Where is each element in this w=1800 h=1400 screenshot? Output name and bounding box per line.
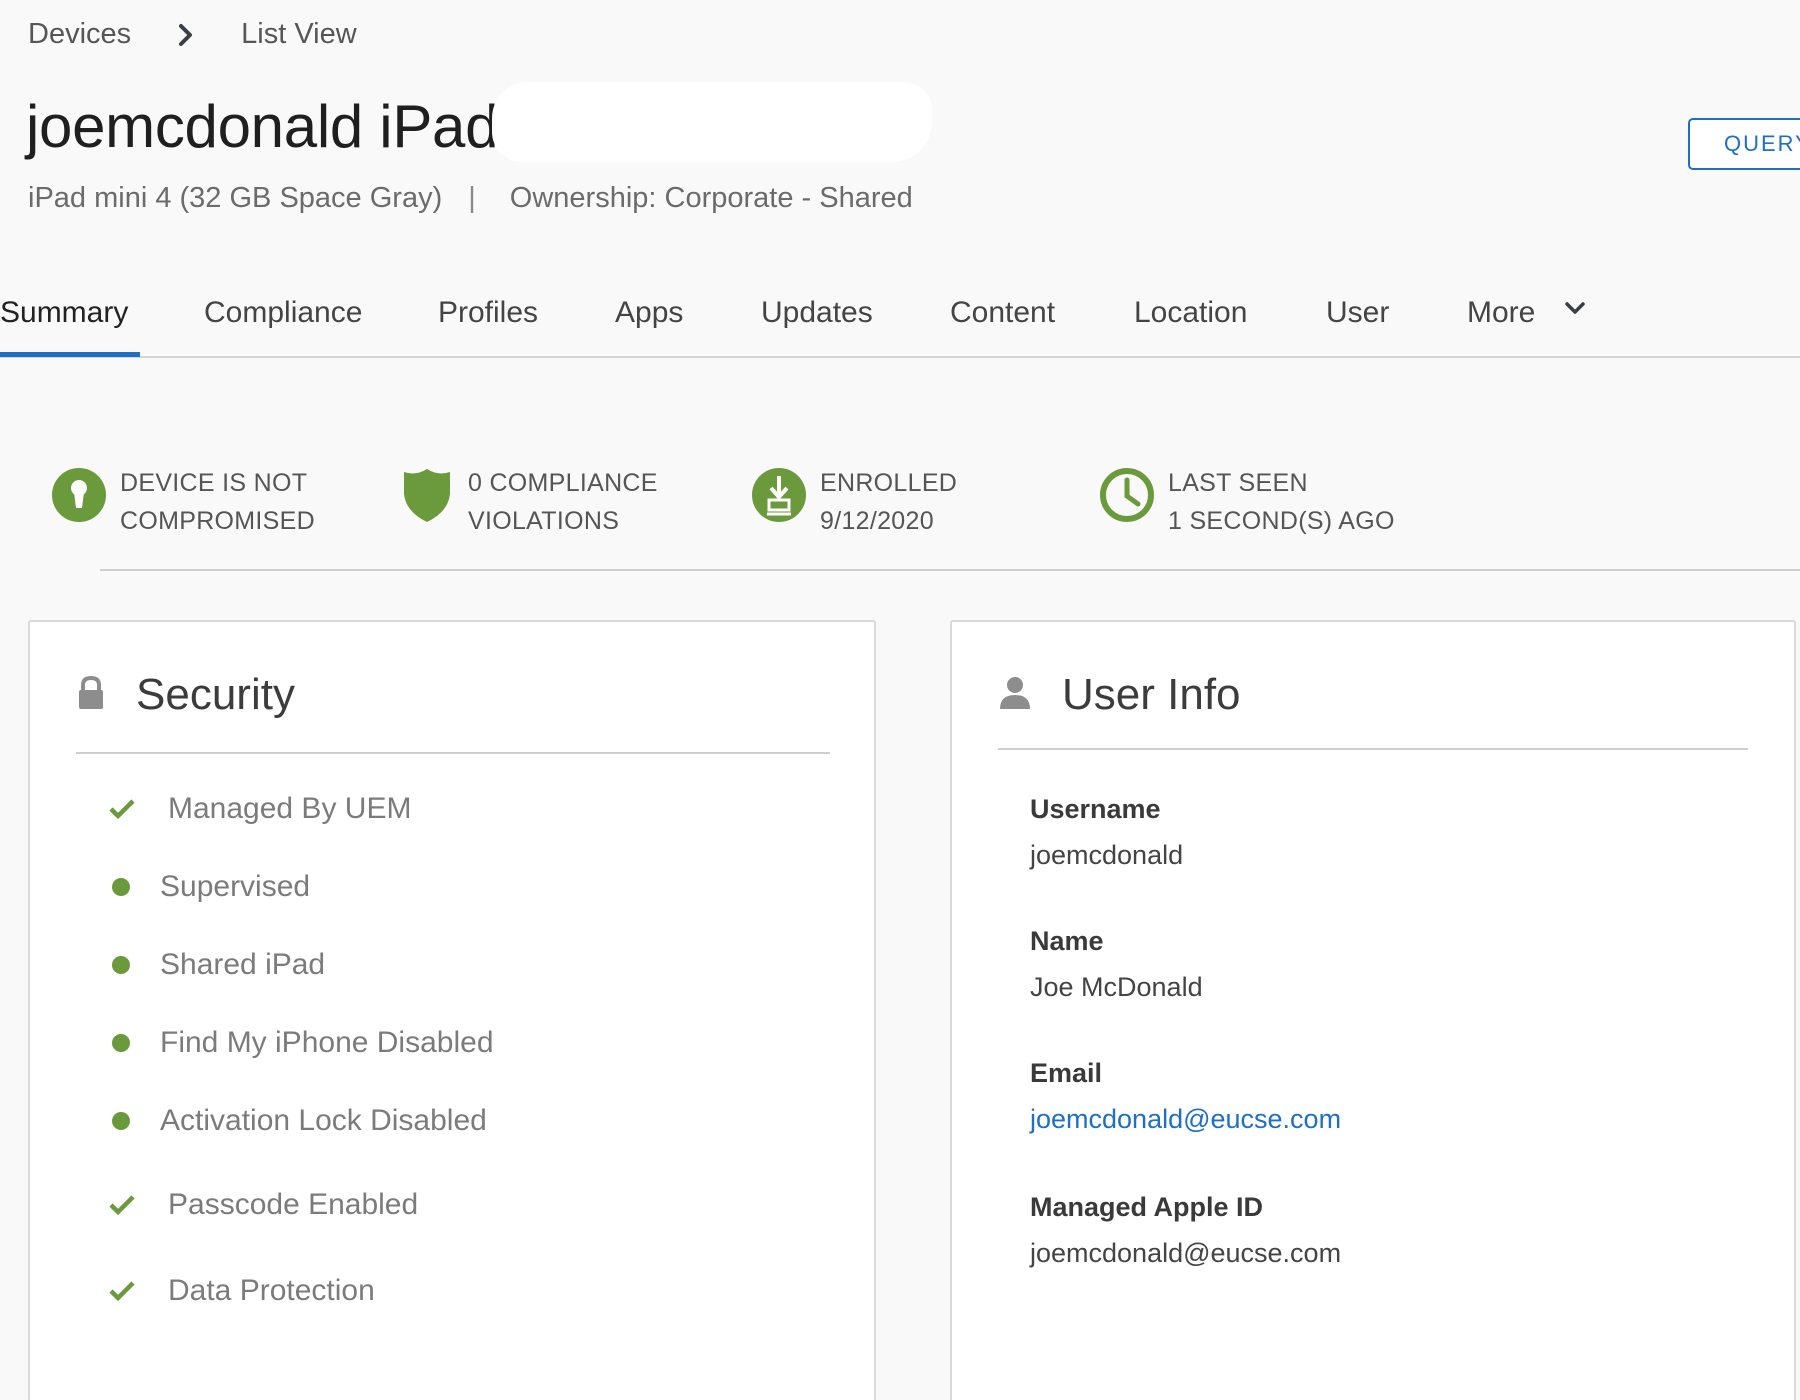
tab-label: Profiles bbox=[438, 296, 539, 329]
lock-icon bbox=[76, 675, 106, 716]
security-item: Supervised bbox=[108, 870, 310, 904]
tab-apps[interactable]: Apps bbox=[615, 288, 683, 358]
security-divider bbox=[76, 752, 830, 754]
managed-apple-id-value: joemcdonald@eucse.com bbox=[1030, 1238, 1342, 1268]
user-info-title: User Info bbox=[1062, 670, 1241, 719]
breadcrumb: Devices List View bbox=[28, 18, 357, 51]
security-item: Shared iPad bbox=[108, 948, 325, 982]
tab-bar: Summary Compliance Profiles Apps Updates… bbox=[0, 288, 1800, 358]
status-line-2: COMPROMISED bbox=[120, 507, 315, 535]
query-button[interactable]: QUERY bbox=[1688, 118, 1800, 170]
checkmark-icon bbox=[109, 1281, 135, 1302]
checkmark-icon bbox=[109, 799, 135, 820]
tab-summary[interactable]: Summary bbox=[0, 288, 128, 358]
tab-updates[interactable]: Updates bbox=[761, 288, 873, 358]
status-line-1: 0 COMPLIANCE bbox=[468, 469, 658, 497]
breadcrumb-current: List View bbox=[241, 18, 357, 50]
status-last-seen: LAST SEEN 1 SECOND(S) AGO bbox=[1098, 464, 1395, 540]
shield-icon bbox=[398, 466, 456, 524]
security-item-label: Managed By UEM bbox=[168, 792, 412, 825]
tab-label: Compliance bbox=[204, 296, 363, 329]
active-tab-indicator bbox=[0, 352, 140, 357]
status-line-1: ENROLLED bbox=[820, 469, 958, 497]
tab-label: More bbox=[1467, 296, 1536, 329]
tab-label: Summary bbox=[0, 296, 129, 329]
security-item-label: Activation Lock Disabled bbox=[160, 1104, 487, 1137]
status-line-2: 1 SECOND(S) AGO bbox=[1168, 507, 1395, 535]
device-ownership: Ownership: Corporate - Shared bbox=[509, 182, 913, 214]
keyhole-icon bbox=[50, 466, 108, 524]
name-label: Name bbox=[1030, 926, 1104, 956]
security-card-header: Security bbox=[76, 670, 295, 720]
enroll-download-icon bbox=[750, 466, 808, 524]
breadcrumb-devices-link[interactable]: Devices bbox=[28, 18, 131, 51]
managed-apple-id-label: Managed Apple ID bbox=[1030, 1192, 1264, 1222]
tab-label: Content bbox=[950, 296, 1056, 329]
tab-label: Location bbox=[1134, 296, 1248, 329]
subtitle-divider: | bbox=[468, 182, 476, 214]
user-info-card: User Info Username joemcdonald Name Joe … bbox=[950, 620, 1796, 1400]
status-not-compromised: DEVICE IS NOT COMPROMISED bbox=[50, 464, 315, 540]
username-value: joemcdonald bbox=[1030, 840, 1184, 870]
username-label: Username bbox=[1030, 794, 1161, 824]
security-item: Passcode Enabled bbox=[108, 1188, 418, 1222]
green-dot-icon bbox=[112, 1034, 130, 1052]
security-item: Activation Lock Disabled bbox=[108, 1104, 487, 1138]
security-item-label: Supervised bbox=[160, 870, 311, 903]
security-item: Managed By UEM bbox=[108, 792, 411, 826]
tab-content[interactable]: Content bbox=[950, 288, 1055, 358]
user-icon bbox=[998, 675, 1032, 716]
security-item: Find My iPhone Disabled bbox=[108, 1026, 494, 1060]
security-item-label: Shared iPad bbox=[160, 948, 326, 981]
chevron-down-icon bbox=[1562, 287, 1588, 337]
user-info-card-header: User Info bbox=[998, 670, 1241, 720]
security-item-label: Data Protection bbox=[168, 1274, 375, 1307]
chevron-right-icon bbox=[171, 20, 201, 50]
green-dot-icon bbox=[112, 1112, 130, 1130]
security-title: Security bbox=[136, 670, 295, 719]
tab-label: User bbox=[1326, 296, 1390, 329]
clock-icon bbox=[1098, 466, 1156, 524]
tab-more[interactable]: More bbox=[1467, 288, 1588, 358]
tab-profiles[interactable]: Profiles bbox=[438, 288, 538, 358]
security-item: Data Protection bbox=[108, 1274, 375, 1308]
status-divider bbox=[100, 569, 1800, 571]
name-value: Joe McDonald bbox=[1030, 972, 1203, 1002]
tab-compliance[interactable]: Compliance bbox=[204, 288, 362, 358]
tab-location[interactable]: Location bbox=[1134, 288, 1247, 358]
status-compliance: 0 COMPLIANCE VIOLATIONS bbox=[398, 464, 658, 540]
email-label: Email bbox=[1030, 1058, 1103, 1088]
status-line-1: LAST SEEN bbox=[1168, 469, 1308, 497]
status-enrolled: ENROLLED 9/12/2020 bbox=[750, 464, 957, 540]
status-line-2: 9/12/2020 bbox=[820, 507, 934, 535]
status-line-2: VIOLATIONS bbox=[468, 507, 620, 535]
device-subtitle: iPad mini 4 (32 GB Space Gray) | Ownersh… bbox=[28, 182, 913, 215]
security-item-label: Find My iPhone Disabled bbox=[160, 1026, 494, 1059]
device-model: iPad mini 4 (32 GB Space Gray) bbox=[28, 182, 443, 214]
email-link[interactable]: joemcdonald@eucse.com bbox=[1030, 1104, 1341, 1135]
device-detail-page: Devices List View joemcdonald iPad iPad … bbox=[0, 0, 1800, 1400]
page-title: joemcdonald iPad bbox=[26, 93, 499, 160]
security-card: Security Managed By UEM Supervised Share… bbox=[28, 620, 876, 1400]
green-dot-icon bbox=[112, 878, 130, 896]
user-info-divider bbox=[998, 748, 1748, 750]
green-dot-icon bbox=[112, 956, 130, 974]
tab-label: Updates bbox=[761, 296, 873, 329]
status-line-1: DEVICE IS NOT bbox=[120, 469, 308, 497]
checkmark-icon bbox=[109, 1195, 135, 1216]
security-item-label: Passcode Enabled bbox=[168, 1188, 419, 1221]
redaction-overlay bbox=[492, 82, 932, 162]
tab-user[interactable]: User bbox=[1326, 288, 1389, 358]
tab-label: Apps bbox=[615, 296, 684, 329]
